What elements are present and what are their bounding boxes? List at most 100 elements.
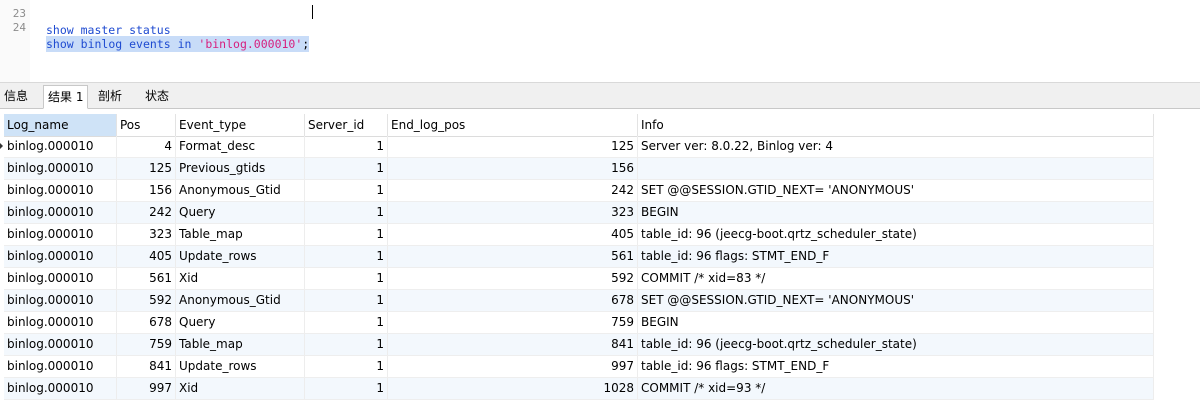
- cell-server-id[interactable]: 1: [305, 246, 388, 267]
- column-header-end-log-pos[interactable]: End_log_pos: [388, 114, 638, 136]
- cell-event-type[interactable]: Anonymous_Gtid: [176, 180, 305, 201]
- cell-pos[interactable]: 405: [117, 246, 176, 267]
- cell-end-log-pos[interactable]: 242: [388, 180, 638, 201]
- cell-end-log-pos[interactable]: 997: [388, 356, 638, 377]
- cell-pos[interactable]: 125: [117, 158, 176, 179]
- cell-server-id[interactable]: 1: [305, 312, 388, 333]
- cell-log-name[interactable]: binlog.000010: [4, 180, 117, 201]
- cell-event-type[interactable]: Xid: [176, 378, 305, 399]
- sql-editor[interactable]: 23 show master status 24 show binlog eve…: [0, 0, 1200, 82]
- cell-pos[interactable]: 561: [117, 268, 176, 289]
- column-header-log-name[interactable]: Log_name: [4, 114, 117, 136]
- cell-event-type[interactable]: Previous_gtids: [176, 158, 305, 179]
- column-header-server-id[interactable]: Server_id: [305, 114, 388, 136]
- cell-info[interactable]: BEGIN: [638, 202, 1154, 223]
- cell-log-name[interactable]: binlog.000010: [4, 356, 117, 377]
- cell-log-name[interactable]: binlog.000010: [4, 202, 117, 223]
- column-header-info[interactable]: Info: [638, 114, 1154, 136]
- table-row[interactable]: binlog.000010 997 Xid 1 1028 COMMIT /* xid=93…: [4, 378, 1154, 400]
- cell-log-name[interactable]: binlog.000010: [4, 334, 117, 355]
- cell-info[interactable]: BEGIN: [638, 312, 1154, 333]
- tab-status[interactable]: 状态: [141, 85, 173, 107]
- table-row[interactable]: binlog.000010 405 Update_rows 1 561 table_id:…: [4, 246, 1154, 268]
- cell-server-id[interactable]: 1: [305, 136, 388, 157]
- cell-info[interactable]: COMMIT /* xid=83 */: [638, 268, 1154, 289]
- cell-event-type[interactable]: Table_map: [176, 224, 305, 245]
- cell-log-name[interactable]: binlog.000010: [4, 378, 117, 399]
- column-header-pos[interactable]: Pos: [117, 114, 176, 136]
- cell-event-type[interactable]: Anonymous_Gtid: [176, 290, 305, 311]
- table-row[interactable]: binlog.000010 156 Anonymous_Gtid 1 242 SET @@…: [4, 180, 1154, 202]
- cell-end-log-pos[interactable]: 841: [388, 334, 638, 355]
- cell-info[interactable]: table_id: 96 (jeecg-boot.qrtz_scheduler_…: [638, 224, 1154, 245]
- cell-info[interactable]: [638, 158, 1154, 179]
- cell-server-id[interactable]: 1: [305, 356, 388, 377]
- table-row[interactable]: binlog.000010 759 Table_map 1 841 table_id: 9…: [4, 334, 1154, 356]
- sql-string-literal: 'binlog.000010': [198, 37, 303, 51]
- cell-server-id[interactable]: 1: [305, 202, 388, 223]
- cell-log-name[interactable]: binlog.000010: [4, 224, 117, 245]
- cell-info[interactable]: COMMIT /* xid=93 */: [638, 378, 1154, 399]
- cell-server-id[interactable]: 1: [305, 378, 388, 399]
- table-row[interactable]: binlog.000010 242 Query 1 323 BEGIN: [4, 202, 1154, 224]
- cell-pos[interactable]: 592: [117, 290, 176, 311]
- cell-pos[interactable]: 323: [117, 224, 176, 245]
- tab-profile[interactable]: 剖析: [94, 85, 126, 107]
- cell-end-log-pos[interactable]: 1028: [388, 378, 638, 399]
- cell-end-log-pos[interactable]: 678: [388, 290, 638, 311]
- cell-info[interactable]: table_id: 96 flags: STMT_END_F: [638, 356, 1154, 377]
- cell-log-name[interactable]: binlog.000010: [4, 158, 117, 179]
- cell-server-id[interactable]: 1: [305, 334, 388, 355]
- cell-end-log-pos[interactable]: 592: [388, 268, 638, 289]
- cell-event-type[interactable]: Format_desc: [176, 136, 305, 157]
- cell-pos[interactable]: 242: [117, 202, 176, 223]
- editor-line-24[interactable]: 24 show binlog events in 'binlog.000010'…: [0, 4, 1200, 52]
- cell-info[interactable]: table_id: 96 flags: STMT_END_F: [638, 246, 1154, 267]
- cell-event-type[interactable]: Update_rows: [176, 356, 305, 377]
- cell-log-name[interactable]: binlog.000010: [4, 312, 117, 333]
- table-row[interactable]: binlog.000010 125 Previous_gtids 1 156: [4, 158, 1154, 180]
- cell-pos[interactable]: 678: [117, 312, 176, 333]
- grid-header: Log_name Pos Event_type Server_id End_lo…: [4, 114, 1154, 137]
- cell-log-name[interactable]: binlog.000010: [4, 246, 117, 267]
- table-row[interactable]: binlog.000010 4 Format_desc 1 125 Server ver:…: [0, 136, 1154, 158]
- cell-end-log-pos[interactable]: 759: [388, 312, 638, 333]
- cell-log-name[interactable]: binlog.000010: [4, 268, 117, 289]
- cell-info[interactable]: SET @@SESSION.GTID_NEXT= 'ANONYMOUS': [638, 180, 1154, 201]
- cell-server-id[interactable]: 1: [305, 224, 388, 245]
- table-row[interactable]: binlog.000010 323 Table_map 1 405 table_id: 9…: [4, 224, 1154, 246]
- cell-server-id[interactable]: 1: [305, 268, 388, 289]
- cell-end-log-pos[interactable]: 405: [388, 224, 638, 245]
- cell-end-log-pos[interactable]: 125: [388, 136, 638, 157]
- cell-event-type[interactable]: Query: [176, 202, 305, 223]
- cell-pos[interactable]: 997: [117, 378, 176, 399]
- cell-server-id[interactable]: 1: [305, 158, 388, 179]
- table-row[interactable]: binlog.000010 561 Xid 1 592 COMMIT /* xid=83 …: [4, 268, 1154, 290]
- sql-keyword: in: [177, 37, 192, 51]
- cell-server-id[interactable]: 1: [305, 290, 388, 311]
- cell-pos[interactable]: 156: [117, 180, 176, 201]
- column-header-event-type[interactable]: Event_type: [176, 114, 305, 136]
- cell-log-name[interactable]: binlog.000010: [4, 290, 117, 311]
- table-row[interactable]: binlog.000010 592 Anonymous_Gtid 1 678 SET @@…: [4, 290, 1154, 312]
- tab-result-1[interactable]: 结果 1: [43, 85, 89, 109]
- selected-sql-statement[interactable]: show binlog events in 'binlog.000010';: [46, 36, 310, 52]
- cell-end-log-pos[interactable]: 323: [388, 202, 638, 223]
- cell-event-type[interactable]: Table_map: [176, 334, 305, 355]
- cell-info[interactable]: table_id: 96 (jeecg-boot.qrtz_scheduler_…: [638, 334, 1154, 355]
- tab-info[interactable]: 信息: [0, 85, 32, 107]
- cell-pos[interactable]: 841: [117, 356, 176, 377]
- cell-info[interactable]: SET @@SESSION.GTID_NEXT= 'ANONYMOUS': [638, 290, 1154, 311]
- cell-pos[interactable]: 4: [117, 136, 176, 157]
- cell-info[interactable]: Server ver: 8.0.22, Binlog ver: 4: [638, 136, 1154, 157]
- cell-server-id[interactable]: 1: [305, 180, 388, 201]
- cell-event-type[interactable]: Update_rows: [176, 246, 305, 267]
- cell-log-name[interactable]: binlog.000010: [4, 136, 117, 157]
- cell-end-log-pos[interactable]: 561: [388, 246, 638, 267]
- cell-pos[interactable]: 759: [117, 334, 176, 355]
- table-row[interactable]: binlog.000010 841 Update_rows 1 997 table_id:…: [4, 356, 1154, 378]
- cell-event-type[interactable]: Xid: [176, 268, 305, 289]
- table-row[interactable]: binlog.000010 678 Query 1 759 BEGIN: [4, 312, 1154, 334]
- cell-end-log-pos[interactable]: 156: [388, 158, 638, 179]
- cell-event-type[interactable]: Query: [176, 312, 305, 333]
